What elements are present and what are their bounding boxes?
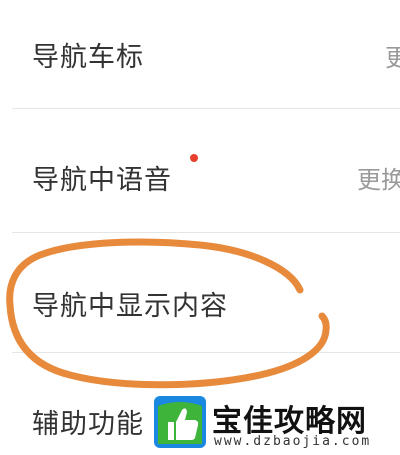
divider [12,352,400,353]
settings-row-nav-car-icon[interactable]: 导航车标 更 [0,7,400,97]
thumbs-up-icon [154,396,206,448]
row-value-nav-voice: 更换 [357,166,400,194]
row-label-nav-display-content: 导航中显示内容 [32,291,228,322]
watermark-url: www.dzbaojia.com [214,434,372,449]
settings-row-nav-display-content[interactable]: 导航中显示内容 [0,252,400,342]
new-badge-dot [190,154,198,162]
settings-row-nav-voice[interactable]: 导航中语音 更换 [0,128,400,218]
row-value-nav-car-icon: 更 [385,44,400,72]
divider [12,232,400,233]
watermark: 宝佳攻略网 www.dzbaojia.com [150,390,400,455]
settings-screen: 导航车标 更 导航中语音 更换 导航中显示内容 辅助功能 宝佳攻略网 www.d… [0,0,400,455]
divider [12,108,400,109]
row-label-nav-car-icon: 导航车标 [32,42,144,73]
row-label-nav-voice: 导航中语音 [32,165,172,196]
row-label-accessibility: 辅助功能 [32,409,144,440]
